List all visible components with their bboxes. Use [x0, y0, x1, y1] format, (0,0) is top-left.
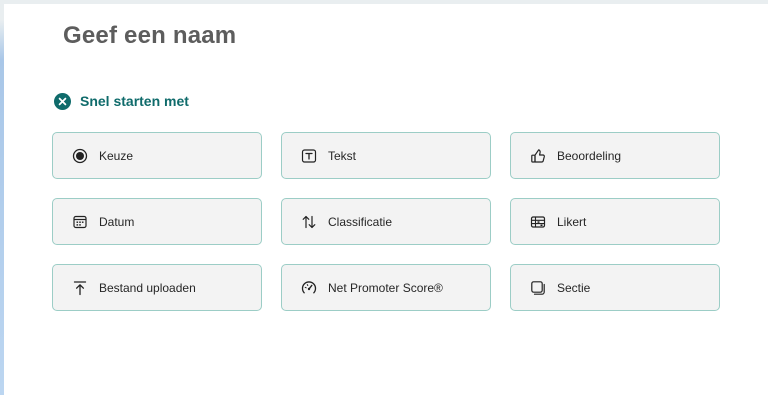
form-title[interactable]: Geef een naam: [63, 22, 236, 50]
question-type-beoordeling[interactable]: Beoordeling: [510, 132, 720, 179]
thumbs-up-icon: [530, 148, 546, 164]
question-type-classificatie[interactable]: Classificatie: [281, 198, 491, 245]
gauge-icon: [301, 280, 317, 296]
calendar-icon: [72, 214, 88, 230]
question-type-likert[interactable]: Likert: [510, 198, 720, 245]
tile-label: Likert: [557, 214, 587, 229]
tile-label: Bestand uploaden: [99, 280, 196, 295]
tile-label: Beoordeling: [557, 148, 622, 163]
question-type-bestand-uploaden[interactable]: Bestand uploaden: [52, 264, 262, 311]
tile-label: Net Promoter Score®: [328, 280, 443, 295]
upload-icon: [72, 280, 88, 296]
section-icon: [530, 280, 546, 296]
question-type-keuze[interactable]: Keuze: [52, 132, 262, 179]
tile-label: Tekst: [328, 148, 357, 163]
tile-label: Keuze: [99, 148, 134, 163]
left-border-strip: [0, 0, 4, 395]
quick-start-toggle[interactable]: Snel starten met: [54, 92, 189, 110]
question-type-sectie[interactable]: Sectie: [510, 264, 720, 311]
tile-label: Datum: [99, 214, 135, 229]
tile-label: Classificatie: [328, 214, 393, 229]
sort-arrows-icon: [301, 214, 317, 230]
question-type-datum[interactable]: Datum: [52, 198, 262, 245]
top-border-strip: [0, 0, 768, 4]
question-type-tekst[interactable]: Tekst: [281, 132, 491, 179]
close-circle-icon[interactable]: [54, 92, 71, 110]
radio-icon: [72, 148, 88, 164]
quick-start-label: Snel starten met: [80, 93, 189, 109]
text-box-icon: [301, 148, 317, 164]
tile-label: Sectie: [557, 280, 591, 295]
likert-grid-icon: [530, 214, 546, 230]
question-type-net-promoter-score[interactable]: Net Promoter Score®: [281, 264, 491, 311]
